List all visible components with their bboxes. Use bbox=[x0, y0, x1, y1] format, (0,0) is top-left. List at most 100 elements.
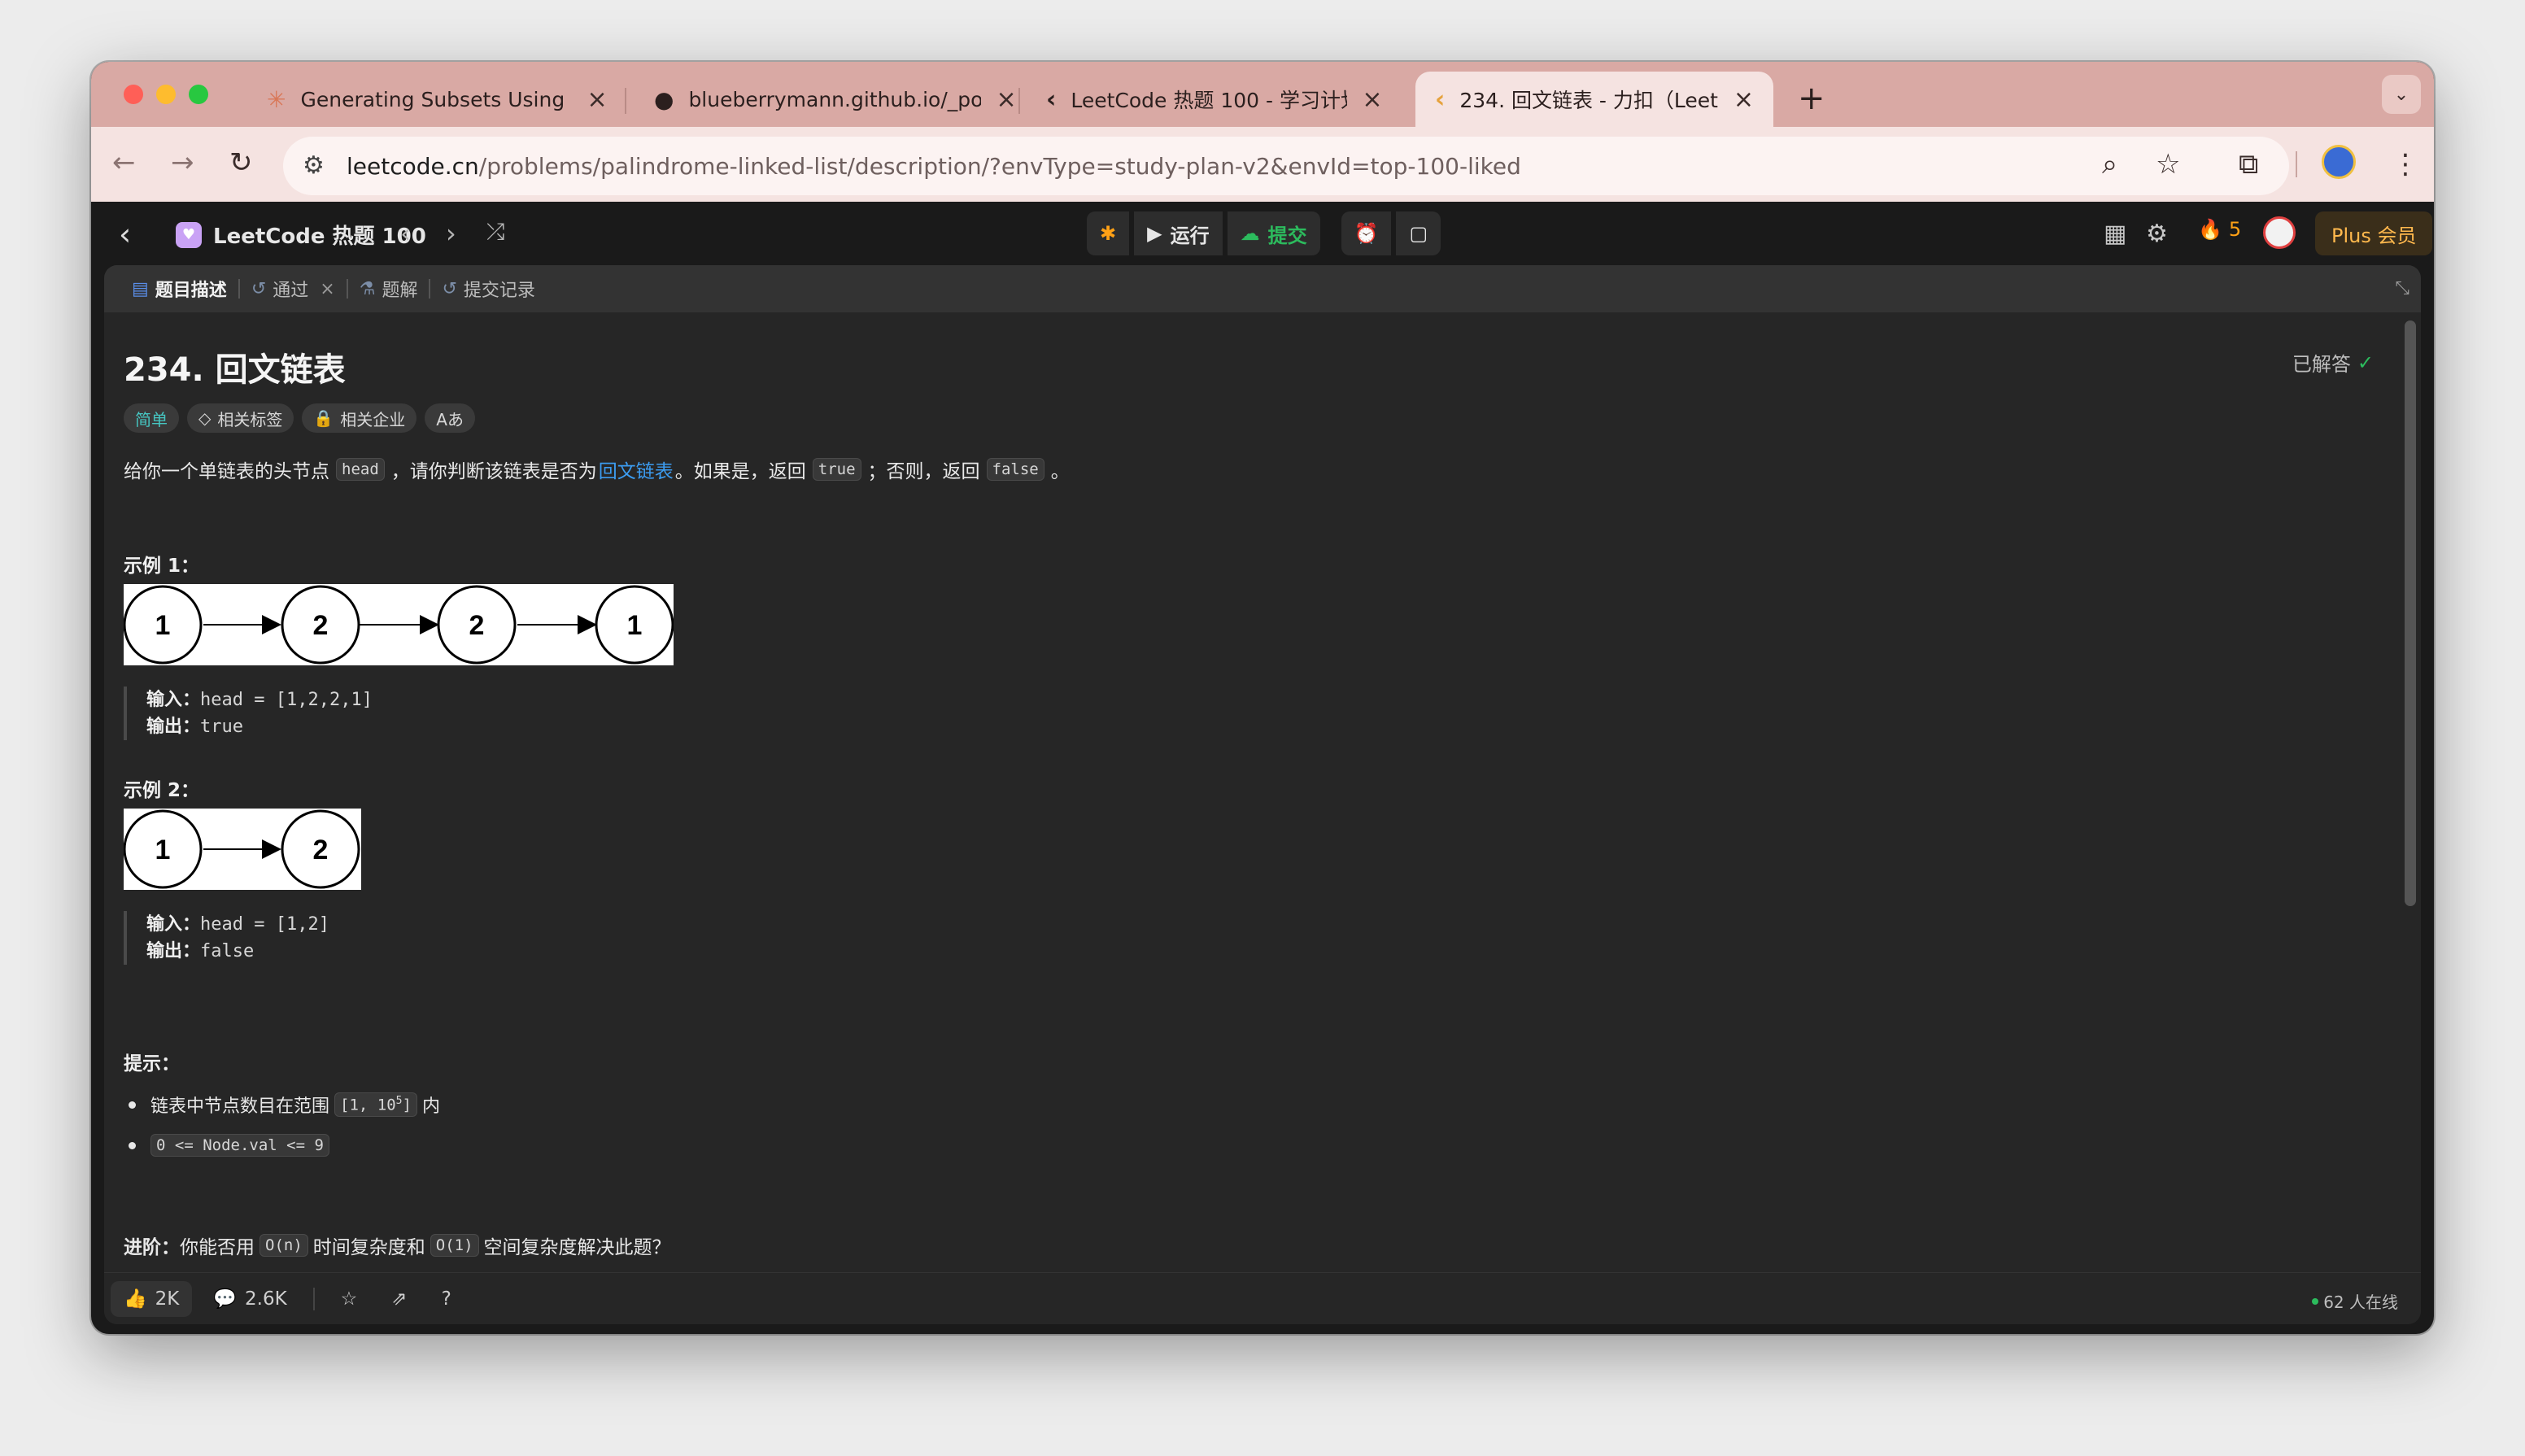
topics-tag-button[interactable]: ◇ 相关标签 bbox=[187, 403, 294, 433]
run-button[interactable]: ▶ 运行 bbox=[1134, 211, 1223, 255]
close-tab-icon[interactable]: × bbox=[996, 85, 1016, 114]
follow-up-text: 空间复杂度解决此题？ bbox=[483, 1237, 671, 1258]
tab-title: LeetCode 热题 100 - 学习计划 bbox=[1071, 89, 1348, 112]
problem-list-selector[interactable]: ♥ LeetCode 热题 100 bbox=[176, 220, 426, 250]
like-button[interactable]: 👍 2K bbox=[111, 1280, 193, 1317]
close-tab-icon[interactable]: × bbox=[320, 279, 334, 299]
flask-icon: ⚗ bbox=[359, 278, 376, 299]
close-window-button[interactable] bbox=[124, 85, 143, 104]
tab-passed-label: 通过 bbox=[273, 281, 309, 301]
topics-label: 相关标签 bbox=[217, 409, 283, 429]
streak-counter[interactable]: 🔥 5 bbox=[2198, 218, 2241, 241]
note-icon: ▢ bbox=[1409, 222, 1428, 245]
collapse-panel-icon[interactable]: ⤡ bbox=[2395, 278, 2409, 299]
browser-tab-3[interactable]: ‹ LeetCode 热题 100 - 学习计划 × bbox=[1027, 72, 1402, 127]
follow-up: 进阶： 你能否用 O(n) 时间复杂度和 O(1) 空间复杂度解决此题？ bbox=[124, 1231, 671, 1259]
inline-code: 0 <= Node.val <= 9 bbox=[150, 1134, 329, 1157]
close-tab-icon[interactable]: × bbox=[587, 85, 607, 114]
translate-button[interactable]: Aあ bbox=[425, 403, 475, 433]
inline-code: head bbox=[336, 458, 385, 481]
follow-up-text: 你能否用 bbox=[180, 1237, 255, 1258]
tab-description[interactable]: ▤ 题目描述 bbox=[120, 276, 238, 302]
bug-icon: ✱ bbox=[1100, 222, 1117, 245]
next-problem-icon[interactable]: › bbox=[446, 218, 456, 249]
bookmark-star-icon[interactable]: ☆ bbox=[2156, 148, 2180, 181]
plus-membership-button[interactable]: Plus 会员 bbox=[2315, 211, 2433, 255]
online-label: 62 人在线 bbox=[2323, 1293, 2398, 1312]
alarm-clock-icon: ⏰ bbox=[1354, 222, 1379, 245]
maximize-window-button[interactable] bbox=[189, 85, 208, 104]
browser-tab-1[interactable]: ✳ Generating Subsets Using Bit × bbox=[247, 72, 627, 127]
companies-tag-button[interactable]: 🔒 相关企业 bbox=[302, 403, 417, 433]
zoom-icon[interactable]: ⌕ bbox=[2102, 148, 2117, 181]
leetcode-logo-icon[interactable]: ‹ bbox=[119, 216, 131, 252]
share-button[interactable]: ⇗ bbox=[378, 1281, 420, 1317]
history-icon: ↺ bbox=[442, 278, 457, 299]
profile-avatar[interactable] bbox=[2322, 145, 2356, 179]
tab-search-chevron-icon[interactable]: ⌄ bbox=[2382, 75, 2421, 114]
minimize-window-button[interactable] bbox=[156, 85, 176, 104]
forward-arrow-icon[interactable]: → bbox=[171, 146, 194, 179]
node-value: 2 bbox=[313, 610, 329, 641]
constraint-text: 内 bbox=[421, 1096, 440, 1117]
random-problem-icon[interactable]: ⤮ bbox=[486, 218, 504, 246]
comment-icon: 💬 bbox=[213, 1288, 237, 1310]
help-button[interactable]: ? bbox=[429, 1281, 464, 1317]
reload-icon[interactable]: ↻ bbox=[229, 146, 253, 179]
close-tab-icon[interactable]: × bbox=[1362, 85, 1382, 114]
submit-button[interactable]: ☁ 提交 bbox=[1227, 211, 1320, 255]
debug-button[interactable]: ✱ bbox=[1087, 211, 1130, 255]
settings-gear-icon[interactable]: ⚙ bbox=[2146, 220, 2168, 248]
desc-text: 给你一个单链表的头节点 bbox=[124, 461, 329, 482]
problem-list-title: LeetCode 热题 100 bbox=[213, 225, 426, 249]
github-icon: ● bbox=[654, 85, 674, 113]
tab-solutions[interactable]: ⚗ 题解 bbox=[348, 276, 430, 302]
leetcode-header: ‹ ♥ LeetCode 热题 100 ‹ › ⤮ ✱ ▶ 运行 ☁ 提交 ⏰ … bbox=[91, 202, 2434, 265]
comments-button[interactable]: 💬 2.6K bbox=[200, 1281, 299, 1317]
url-host: leetcode.cn bbox=[347, 152, 479, 180]
site-settings-icon[interactable]: ⚙ bbox=[303, 151, 325, 180]
new-tab-button[interactable]: + bbox=[1798, 80, 1825, 117]
notes-button[interactable]: ▢ bbox=[1396, 211, 1441, 255]
address-bar[interactable]: ⚙ leetcode.cn/problems/palindrome-linked… bbox=[283, 137, 2289, 195]
tab-passed[interactable]: ↺ 通过 × bbox=[240, 276, 347, 302]
like-count: 2K bbox=[155, 1288, 180, 1310]
extensions-puzzle-icon[interactable]: ⧉ bbox=[2239, 148, 2258, 181]
inline-code: false bbox=[986, 458, 1044, 481]
inline-code: true bbox=[812, 458, 861, 481]
lock-icon: 🔒 bbox=[313, 408, 334, 428]
cloud-upload-icon: ☁ bbox=[1240, 222, 1260, 245]
favorite-button[interactable]: ☆ bbox=[328, 1281, 371, 1317]
browser-tab-4-active[interactable]: ‹ 234. 回文链表 - 力扣（LeetCo × bbox=[1415, 72, 1773, 127]
output-label: 输出： bbox=[146, 717, 201, 737]
tab-solutions-label: 题解 bbox=[382, 281, 418, 301]
tab-title: Generating Subsets Using Bit bbox=[300, 87, 573, 111]
history-icon: ↺ bbox=[251, 278, 267, 299]
tag-icon: ◇ bbox=[198, 408, 212, 428]
node-value: 1 bbox=[155, 610, 171, 641]
close-tab-icon[interactable]: × bbox=[1733, 85, 1754, 114]
browser-menu-icon[interactable]: ⋮ bbox=[2392, 148, 2419, 181]
inline-code: O(n) bbox=[259, 1234, 308, 1257]
user-avatar[interactable] bbox=[2263, 216, 2296, 249]
star-icon: ☆ bbox=[340, 1288, 358, 1310]
palindrome-link[interactable]: 回文链表 bbox=[599, 456, 674, 483]
layout-grid-icon[interactable]: ▦ bbox=[2104, 220, 2126, 248]
tab-submissions[interactable]: ↺ 提交记录 bbox=[430, 276, 546, 302]
example-1-diagram: 1 2 2 1 bbox=[124, 584, 674, 665]
comment-count: 2.6K bbox=[245, 1288, 287, 1310]
prev-problem-icon[interactable]: ‹ bbox=[400, 218, 411, 249]
input-value: head = [1,2,2,1] bbox=[200, 690, 373, 710]
scrollbar-thumb[interactable] bbox=[2405, 320, 2416, 906]
browser-window: ✳ Generating Subsets Using Bit × ● blueb… bbox=[91, 62, 2434, 1334]
run-submit-toolbar: ✱ ▶ 运行 ☁ 提交 ⏰ ▢ bbox=[1087, 211, 1441, 255]
back-arrow-icon[interactable]: ← bbox=[112, 146, 136, 179]
problem-tags: 简单 ◇ 相关标签 🔒 相关企业 Aあ bbox=[124, 403, 475, 433]
tab-strip: ✳ Generating Subsets Using Bit × ● blueb… bbox=[91, 62, 2434, 127]
desc-text: ；否则，返回 bbox=[867, 461, 980, 482]
tab-title: blueberrymann.github.io/_po bbox=[688, 87, 982, 111]
desc-text: 。如果是，返回 bbox=[674, 461, 806, 482]
timer-button[interactable]: ⏰ bbox=[1341, 211, 1392, 255]
leetcode-icon: ‹ bbox=[1435, 85, 1446, 114]
browser-tab-2[interactable]: ● blueberrymann.github.io/_po × bbox=[635, 72, 1036, 127]
